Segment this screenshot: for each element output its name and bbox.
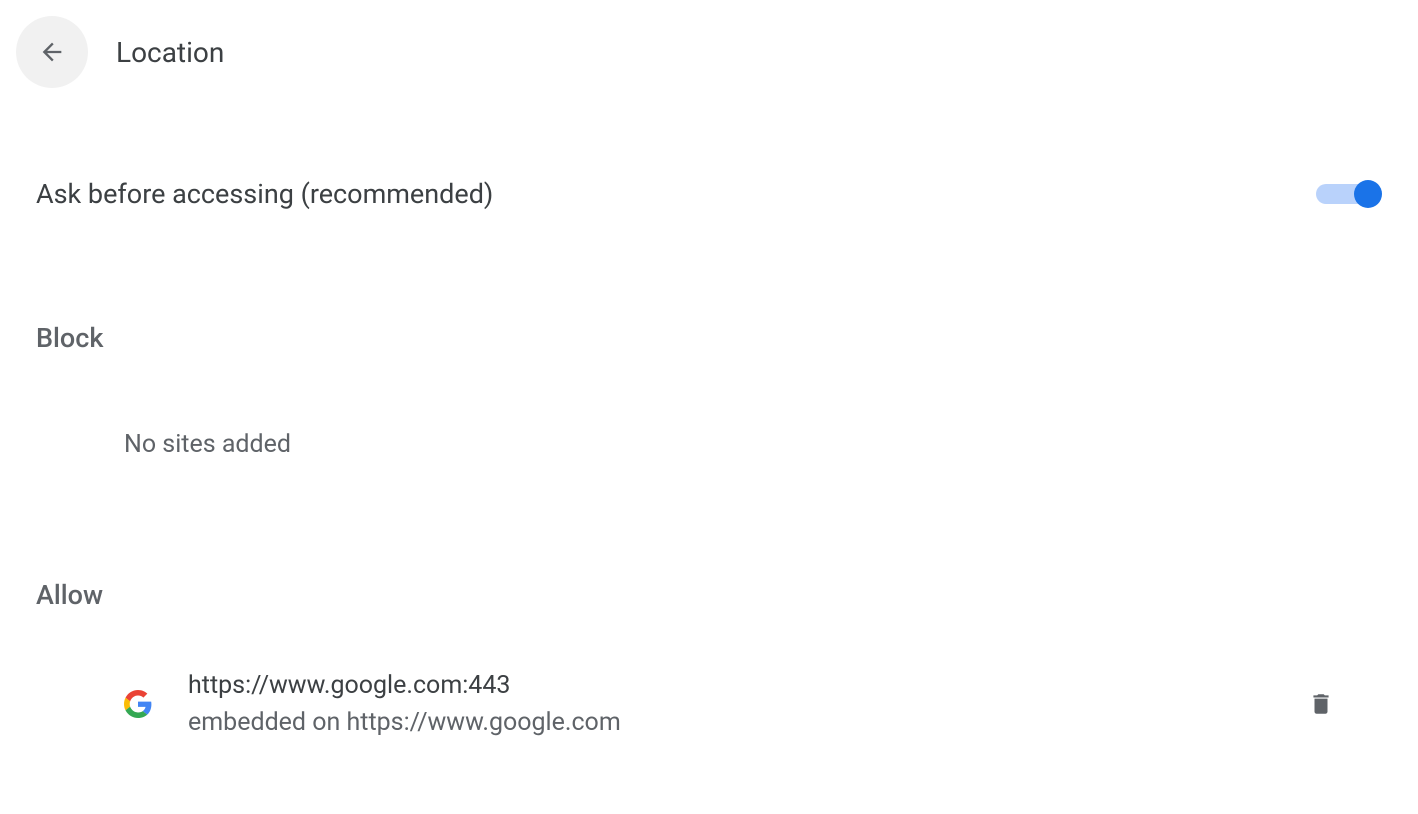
site-url: https://www.google.com:443 [188, 671, 1300, 700]
block-empty-text: No sites added [124, 430, 1382, 459]
block-section-heading: Block [36, 322, 1382, 354]
google-favicon-icon [124, 690, 152, 718]
arrow-left-icon [38, 38, 66, 66]
allow-site-row[interactable]: https://www.google.com:443 embedded on h… [36, 671, 1382, 737]
page-title: Location [116, 36, 224, 69]
site-embedded: embedded on https://www.google.com [188, 708, 1300, 737]
toggle-thumb [1354, 180, 1382, 208]
site-info: https://www.google.com:443 embedded on h… [188, 671, 1300, 737]
delete-site-button[interactable] [1300, 681, 1342, 727]
ask-before-accessing-toggle[interactable] [1316, 180, 1382, 208]
content: Ask before accessing (recommended) Block… [0, 178, 1418, 737]
allow-section-heading: Allow [36, 579, 1382, 611]
ask-before-accessing-row: Ask before accessing (recommended) [36, 178, 1382, 210]
header: Location [0, 0, 1418, 104]
ask-before-accessing-label: Ask before accessing (recommended) [36, 178, 493, 210]
trash-icon [1308, 689, 1334, 719]
back-button[interactable] [16, 16, 88, 88]
